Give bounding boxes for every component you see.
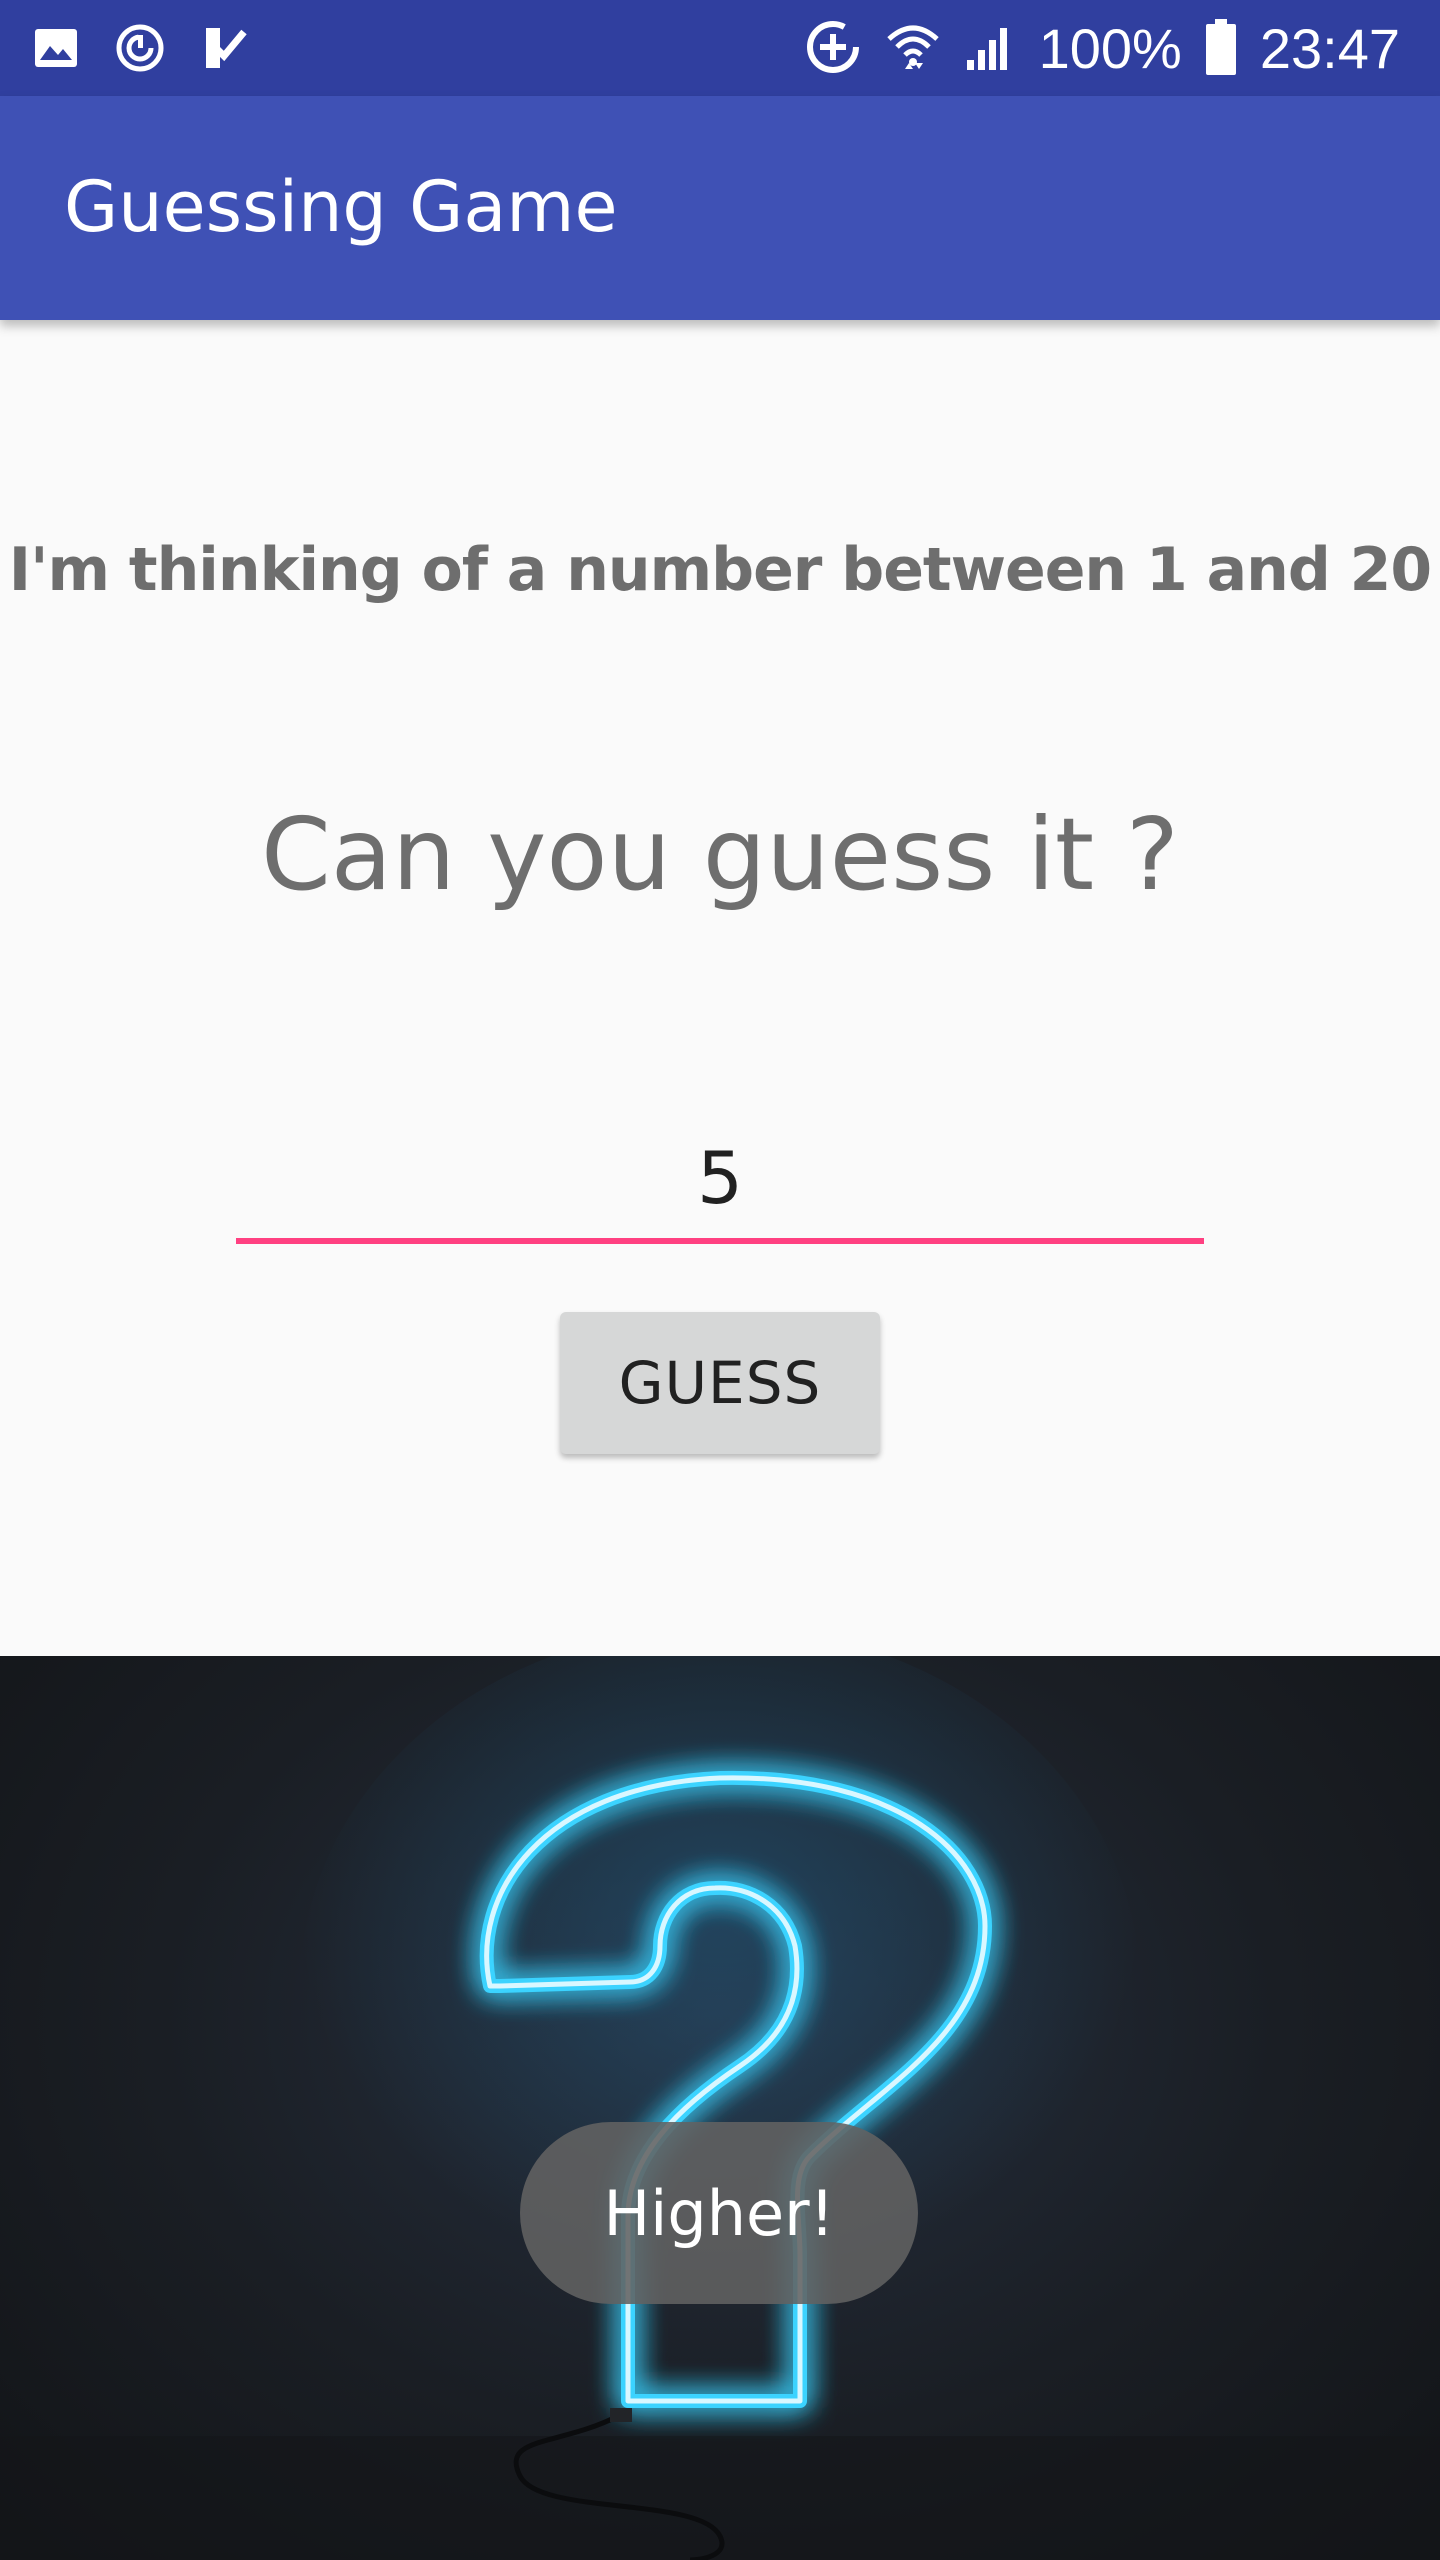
toast-message: Higher! xyxy=(603,2176,835,2250)
cellular-signal-icon xyxy=(963,20,1017,78)
guess-button[interactable]: GUESS xyxy=(560,1312,880,1454)
prompt-text: I'm thinking of a number between 1 and 2… xyxy=(8,535,1432,605)
app-bar: Guessing Game xyxy=(0,96,1440,320)
question-mark-image xyxy=(0,1656,1440,2560)
app-title: Guessing Game xyxy=(64,166,618,248)
data-saver-icon xyxy=(803,17,863,81)
toast: Higher! xyxy=(520,2122,918,2304)
battery-icon xyxy=(1204,17,1238,81)
clock: 23:47 xyxy=(1259,17,1400,80)
headline-text: Can you guess it ? xyxy=(260,796,1180,913)
checklist-icon xyxy=(200,24,248,76)
status-left-icons xyxy=(32,22,248,78)
status-right-icons: 100% 23:47 xyxy=(803,14,1400,84)
battery-percent: 100% xyxy=(1038,17,1182,80)
status-bar: 100% 23:47 xyxy=(0,0,1440,96)
screen: 100% 23:47 Guessing Game I'm thinking of… xyxy=(0,0,1440,2560)
wifi-icon xyxy=(885,19,941,79)
sync-icon xyxy=(114,22,166,78)
guess-input[interactable] xyxy=(236,1118,1204,1244)
gallery-icon xyxy=(32,24,80,76)
neon-question-mark-icon xyxy=(0,1656,1440,2560)
